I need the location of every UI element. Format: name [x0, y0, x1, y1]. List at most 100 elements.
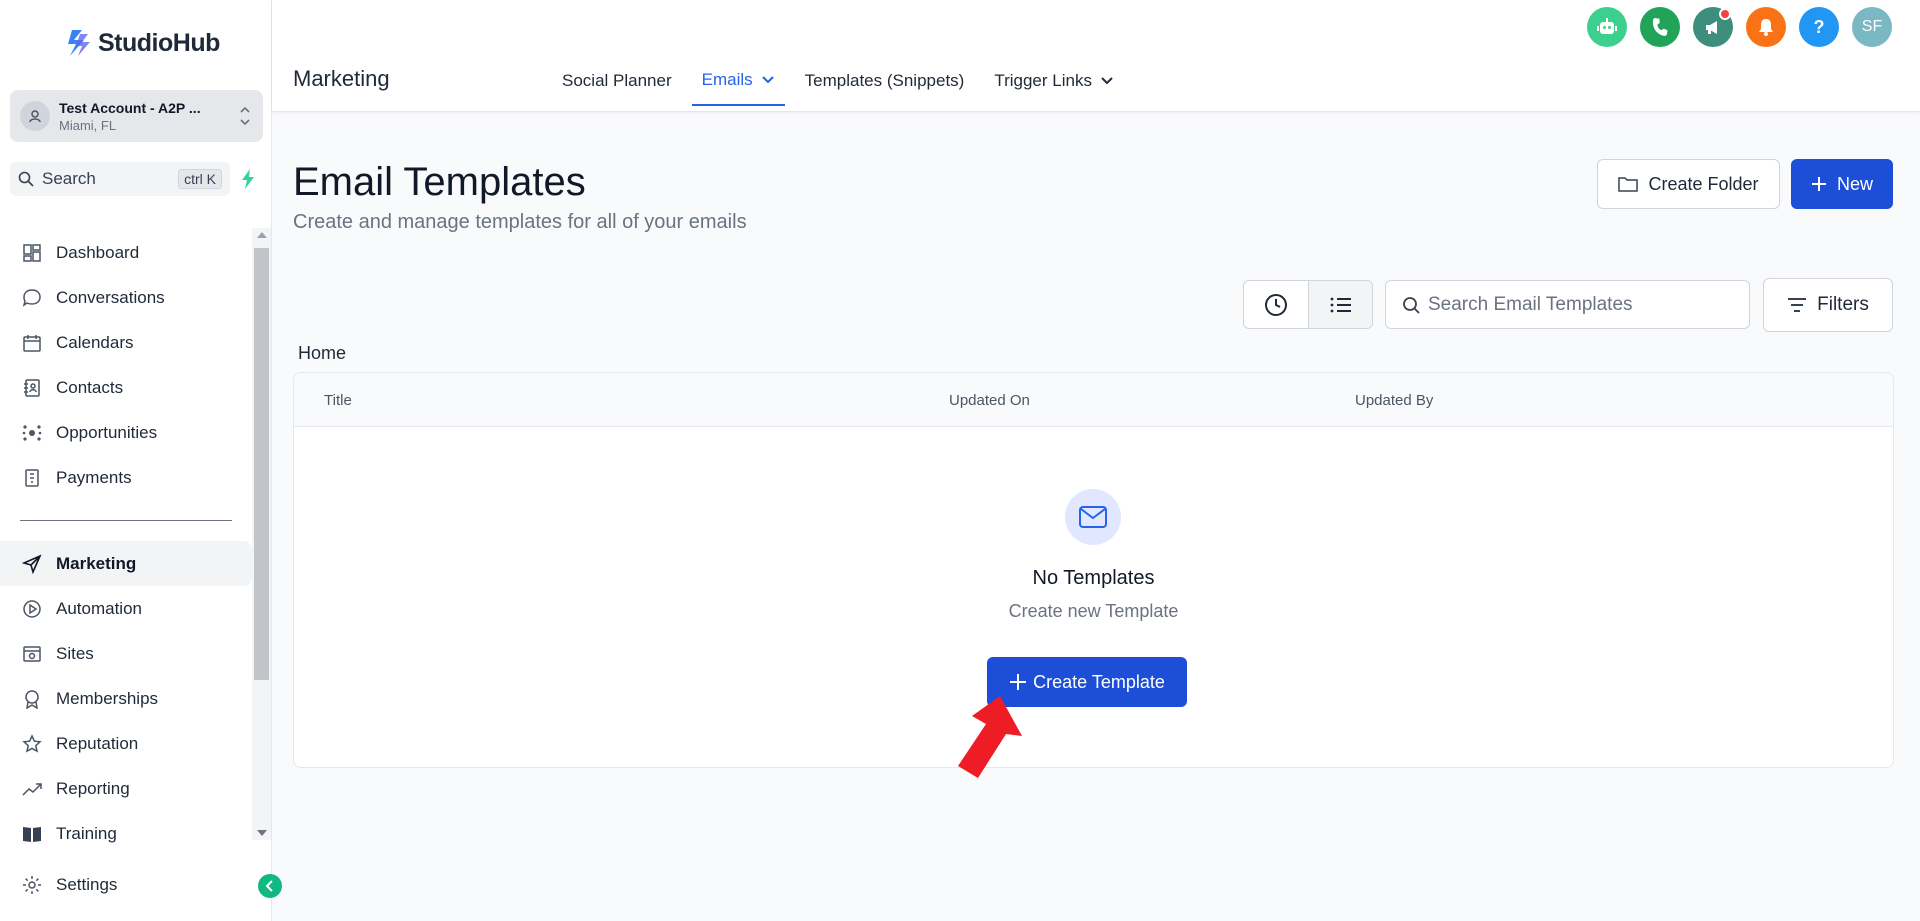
- avatar[interactable]: SF: [1852, 7, 1892, 47]
- award-icon: [21, 688, 43, 710]
- sidebar-divider: [20, 520, 232, 521]
- sidebar-item-conversations[interactable]: Conversations: [0, 275, 252, 320]
- logo-icon: [68, 30, 90, 56]
- notifications-button[interactable]: [1746, 7, 1786, 47]
- sidebar-item-label: Reporting: [56, 778, 130, 798]
- recent-view-button[interactable]: [1244, 281, 1308, 328]
- create-folder-label: Create Folder: [1648, 173, 1759, 194]
- chevron-left-icon: [265, 880, 273, 892]
- chevron-updown-icon: [240, 106, 250, 126]
- sidebar-item-memberships[interactable]: Memberships: [0, 676, 252, 721]
- scroll-up-icon[interactable]: [257, 232, 267, 238]
- sidebar-item-label: Contacts: [56, 377, 124, 397]
- bell-icon: [1759, 19, 1773, 36]
- plus-icon: [1010, 674, 1027, 690]
- folder-icon: [1618, 177, 1639, 192]
- filters-button[interactable]: Filters: [1763, 278, 1893, 332]
- phone-button[interactable]: [1640, 7, 1680, 47]
- settings-area: Settings: [0, 862, 252, 907]
- sidebar-item-automation[interactable]: Automation: [0, 586, 252, 631]
- help-button[interactable]: ?: [1799, 7, 1839, 47]
- sidebar-item-reporting[interactable]: Reporting: [0, 766, 252, 811]
- sidebar-nav: Dashboard Conversations Calendars Contac…: [0, 230, 252, 856]
- sidebar-item-training[interactable]: Training: [0, 811, 252, 856]
- scrollbar-thumb[interactable]: [254, 248, 269, 680]
- megaphone-icon: [1706, 21, 1717, 34]
- chevron-down-icon: [1101, 77, 1113, 85]
- create-template-label: Create Template: [1033, 671, 1165, 692]
- search-label: Search: [42, 169, 96, 188]
- sidebar-item-label: Dashboard: [56, 242, 140, 262]
- book-icon: [21, 823, 43, 845]
- tab-social-planner[interactable]: Social Planner: [562, 58, 672, 106]
- table-header: Title Updated On Updated By: [294, 373, 1893, 427]
- send-icon: [21, 553, 43, 575]
- list-icon: [1330, 297, 1351, 312]
- new-button[interactable]: New: [1791, 159, 1893, 209]
- column-updated-on[interactable]: Updated On: [949, 392, 1030, 409]
- sidebar-item-label: Calendars: [56, 332, 134, 352]
- announcements-button[interactable]: [1693, 7, 1733, 47]
- sidebar-item-label: Payments: [56, 467, 132, 487]
- account-location: Miami, FL: [59, 117, 117, 133]
- top-icons: ? SF: [1587, 7, 1892, 47]
- sidebar-item-calendars[interactable]: Calendars: [0, 320, 252, 365]
- sidebar-item-settings[interactable]: Settings: [0, 862, 252, 907]
- tab-trigger-links[interactable]: Trigger Links: [994, 58, 1114, 106]
- page-subtitle: Create and manage templates for all of y…: [293, 211, 747, 233]
- sidebar-item-label: Training: [56, 823, 117, 843]
- sidebar-item-sites[interactable]: Sites: [0, 631, 252, 676]
- new-label: New: [1836, 173, 1873, 194]
- sidebar-item-opportunities[interactable]: Opportunities: [0, 410, 252, 455]
- account-name: Test Account - A2P ...: [59, 99, 201, 116]
- sidebar-item-dashboard[interactable]: Dashboard: [0, 230, 252, 275]
- sidebar-scrollbar[interactable]: [252, 228, 271, 840]
- top-bar: Marketing Social Planner Emails Template…: [272, 0, 1920, 112]
- star-icon: [21, 733, 43, 755]
- mail-icon: [1079, 506, 1107, 528]
- tab-emails[interactable]: Emails: [691, 58, 785, 106]
- account-switcher[interactable]: Test Account - A2P ... Miami, FL: [10, 90, 263, 142]
- gear-icon: [21, 874, 43, 896]
- tab-templates-snippets[interactable]: Templates (Snippets): [805, 58, 965, 106]
- section-title: Marketing: [293, 66, 390, 91]
- scroll-down-icon[interactable]: [257, 830, 267, 836]
- sidebar-item-label: Settings: [56, 874, 118, 894]
- quick-actions-button[interactable]: [236, 166, 260, 192]
- location-icon: [29, 110, 41, 123]
- tabs: Social Planner Emails Templates (Snippet…: [562, 58, 1144, 106]
- collapse-sidebar-button[interactable]: [258, 874, 282, 898]
- sidebar-item-reputation[interactable]: Reputation: [0, 721, 252, 766]
- sidebar-item-label: Sites: [56, 643, 94, 663]
- sidebar-item-label: Memberships: [56, 688, 159, 708]
- search-input[interactable]: [1428, 293, 1728, 316]
- lightning-icon: [242, 169, 254, 189]
- column-title[interactable]: Title: [324, 392, 352, 409]
- bot-button[interactable]: [1587, 7, 1627, 47]
- filter-icon: [1788, 298, 1807, 312]
- create-folder-button[interactable]: Create Folder: [1597, 159, 1780, 209]
- search-icon: [1403, 296, 1420, 314]
- template-search[interactable]: [1385, 280, 1750, 329]
- sites-icon: [21, 643, 43, 665]
- sidebar-item-marketing[interactable]: Marketing: [0, 541, 252, 586]
- tab-label: Trigger Links: [994, 71, 1092, 90]
- list-view-button[interactable]: [1308, 281, 1372, 328]
- payments-icon: [21, 467, 43, 489]
- phone-icon: [1652, 18, 1668, 36]
- sidebar-item-contacts[interactable]: Contacts: [0, 365, 252, 410]
- empty-state-subtitle: Create new Template: [1008, 601, 1179, 621]
- sidebar-item-label: Conversations: [56, 287, 165, 307]
- page-title: Email Templates: [293, 160, 586, 204]
- logo[interactable]: StudioHub: [66, 28, 220, 58]
- sidebar-search[interactable]: Search ctrl K: [10, 162, 230, 196]
- sidebar-item-label: Reputation: [56, 733, 139, 753]
- filters-label: Filters: [1817, 294, 1869, 315]
- contacts-icon: [21, 377, 43, 399]
- annotation-arrow: [958, 696, 1022, 778]
- sidebar-item-payments[interactable]: Payments: [0, 455, 252, 500]
- breadcrumb[interactable]: Home: [298, 343, 346, 364]
- search-shortcut: ctrl K: [178, 169, 222, 189]
- column-updated-by[interactable]: Updated By: [1355, 392, 1433, 409]
- sidebar-item-label: Automation: [56, 598, 142, 618]
